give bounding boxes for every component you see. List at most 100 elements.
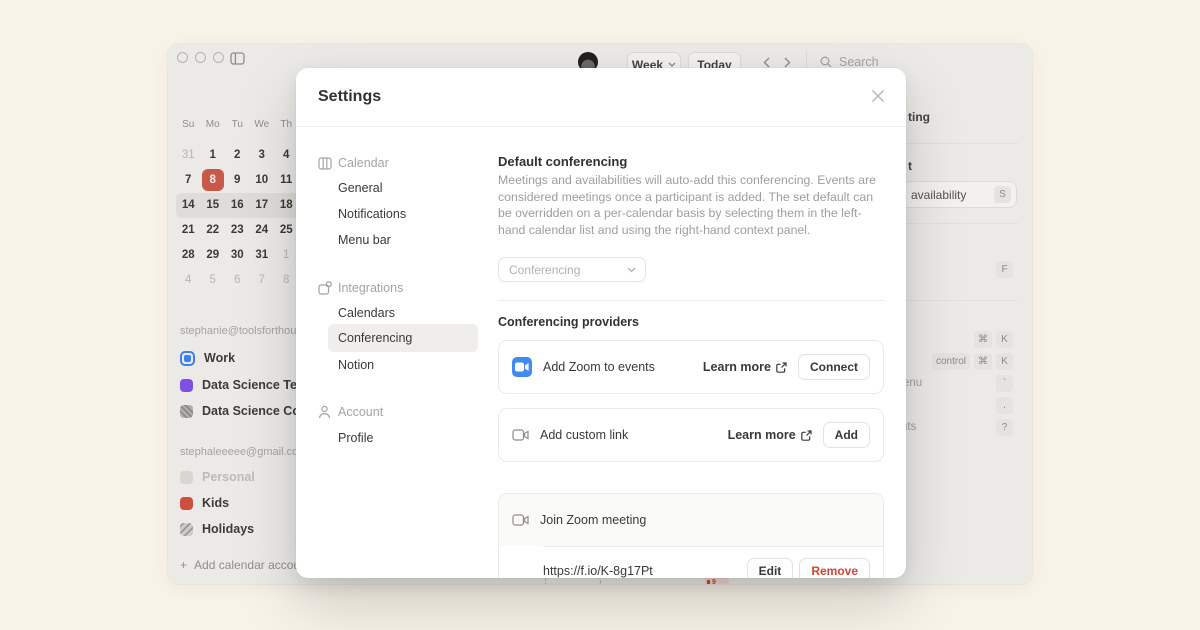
calendar-color-checkbox[interactable] <box>180 497 193 510</box>
sidebar-item-menu-bar[interactable]: Menu bar <box>318 230 391 250</box>
calendar-color-checkbox[interactable] <box>180 351 195 366</box>
sidebar-item-profile[interactable]: Profile <box>318 428 373 448</box>
calendar-color-checkbox[interactable] <box>180 471 193 484</box>
section-header-integrations: Integrations <box>318 278 403 298</box>
panel-divider <box>906 300 1018 301</box>
calendar-day[interactable]: 30 <box>225 242 250 267</box>
prev-arrow-icon[interactable] <box>763 57 770 68</box>
section-description: Meetings and availabilities will auto-ad… <box>498 172 884 238</box>
calendar-day[interactable]: 6 <box>225 267 250 292</box>
keycap-cmd: ⌘ <box>974 353 992 370</box>
calendar-color-checkbox[interactable] <box>180 379 193 392</box>
custom-link-url: https://f.io/K-8g17Pt <box>543 564 653 578</box>
calendar-day[interactable]: 21 <box>176 217 201 242</box>
connect-button[interactable]: Connect <box>798 354 870 380</box>
shortcut-row: F <box>996 261 1013 278</box>
panel-heading-fragment: ting <box>908 110 930 124</box>
minimize-window-button[interactable] <box>195 52 206 63</box>
sidebar-item-calendars[interactable]: Calendars <box>318 303 395 323</box>
close-icon[interactable] <box>870 88 886 104</box>
calendar-day[interactable]: 7 <box>250 267 275 292</box>
section-header-calendar: Calendar <box>318 153 389 173</box>
calendar-day[interactable]: 15 <box>201 192 226 217</box>
content-divider <box>498 300 884 301</box>
keycap-comma: . <box>996 397 1013 414</box>
calendar-list-item[interactable]: Personal <box>180 468 255 486</box>
learn-more-link[interactable]: Learn more <box>703 360 787 374</box>
event-fragment: 9 <box>705 577 729 584</box>
conferencing-select[interactable]: Conferencing <box>498 257 646 282</box>
calendar-color-checkbox[interactable] <box>180 405 193 418</box>
calendar-list-item[interactable]: Kids <box>180 494 229 512</box>
calendar-day[interactable]: 14 <box>176 192 201 217</box>
calendar-list-item[interactable]: Holidays <box>180 520 254 538</box>
availability-button[interactable]: availability S <box>892 181 1017 208</box>
integrations-icon <box>318 281 332 295</box>
calendar-day[interactable]: 31 <box>250 242 275 267</box>
calendar-day[interactable]: 16 <box>225 192 250 217</box>
keycap-k: K <box>996 331 1013 348</box>
calendar-day[interactable]: 10 <box>250 167 275 192</box>
settings-modal: Settings Calendar General Notifications … <box>296 68 906 578</box>
learn-more-link[interactable]: Learn more <box>728 428 812 442</box>
settings-sidebar: Calendar General Notifications Menu bar … <box>318 126 478 578</box>
external-link-icon <box>801 430 812 441</box>
calendar-day[interactable]: 8 <box>274 267 299 292</box>
calendar-day[interactable]: 23 <box>225 217 250 242</box>
calendar-list-item[interactable]: Data Science Core <box>180 402 312 420</box>
sidebar-item-general[interactable]: General <box>318 178 382 198</box>
account-email: stephaleeeee@gmail.co <box>180 443 298 461</box>
plus-icon: + <box>180 558 187 572</box>
sidebar-item-conferencing[interactable]: Conferencing <box>318 328 412 348</box>
provider-card-custom-link: Add custom link Learn more Add <box>498 408 884 462</box>
calendar-list-item[interactable]: Work <box>180 349 235 367</box>
calendar-day[interactable]: 2 <box>225 142 250 167</box>
calendar-day[interactable]: 9 <box>225 167 250 192</box>
sidebar-item-notifications[interactable]: Notifications <box>318 204 406 224</box>
account-icon <box>318 405 332 419</box>
modal-title: Settings <box>318 88 381 106</box>
close-window-button[interactable] <box>177 52 188 63</box>
sidebar-toggle-icon[interactable] <box>230 52 245 65</box>
panel-divider <box>906 143 1018 144</box>
edit-button[interactable]: Edit <box>747 558 794 578</box>
search-field[interactable]: Search <box>820 55 879 69</box>
calendar-day[interactable]: 31 <box>176 142 201 167</box>
calendar-day[interactable]: 22 <box>201 217 226 242</box>
zoom-window-button[interactable] <box>213 52 224 63</box>
providers-title: Conferencing providers <box>498 315 639 329</box>
shortcut-row: ` <box>996 375 1013 392</box>
calendar-day[interactable]: 18 <box>274 192 299 217</box>
add-calendar-account-button[interactable]: + Add calendar account <box>180 558 310 572</box>
camera-icon <box>512 429 529 441</box>
panel-divider <box>906 223 1018 224</box>
panel-subheading-fragment: t <box>908 159 912 173</box>
calendar-day[interactable]: 25 <box>274 217 299 242</box>
calendar-day[interactable]: 1 <box>274 242 299 267</box>
calendar-day[interactable]: 17 <box>250 192 275 217</box>
calendar-day[interactable]: 3 <box>250 142 275 167</box>
window-controls[interactable] <box>177 52 224 63</box>
calendar-day[interactable]: 1 <box>201 142 226 167</box>
calendar-day[interactable]: 29 <box>201 242 226 267</box>
provider-card-zoom: Add Zoom to events Learn more Connect <box>498 340 884 394</box>
sidebar-item-notion[interactable]: Notion <box>318 355 374 375</box>
calendar-day[interactable]: 24 <box>250 217 275 242</box>
calendar-day[interactable]: 5 <box>201 267 226 292</box>
calendar-color-checkbox[interactable] <box>180 523 193 536</box>
section-title: Default conferencing <box>498 154 627 169</box>
calendar-day[interactable]: 11 <box>274 167 299 192</box>
calendar-day[interactable]: 4 <box>274 142 299 167</box>
settings-content: Default conferencing Meetings and availa… <box>498 126 884 578</box>
calendar-day[interactable]: 7 <box>176 167 201 192</box>
calendar-day[interactable]: 4 <box>176 267 201 292</box>
chevron-down-icon <box>668 62 676 67</box>
calendar-list-item[interactable]: Data Science Team <box>180 376 315 394</box>
next-arrow-icon[interactable] <box>784 57 791 68</box>
shortcut-row: ⌘ K <box>974 331 1013 348</box>
account-email: stephanie@toolsforthou <box>180 322 296 340</box>
add-button[interactable]: Add <box>823 422 870 448</box>
calendar-day-selected[interactable]: 8 <box>201 167 226 192</box>
calendar-day[interactable]: 28 <box>176 242 201 267</box>
remove-button[interactable]: Remove <box>799 558 870 578</box>
